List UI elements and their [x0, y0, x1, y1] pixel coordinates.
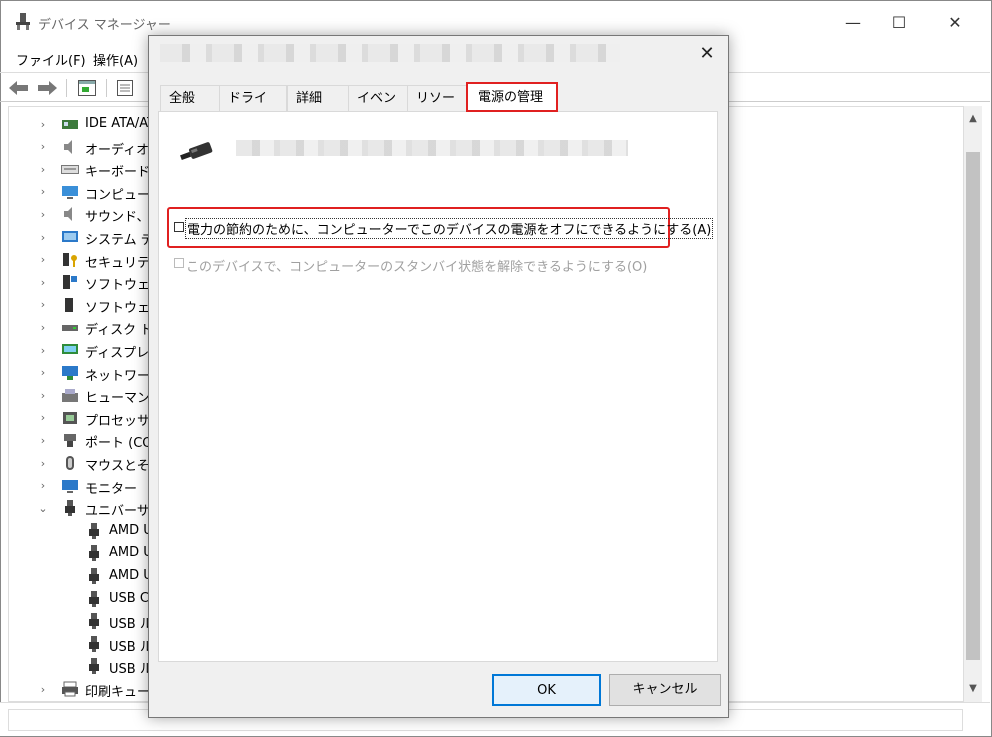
back-arrow-icon[interactable] — [8, 77, 30, 99]
tree-device-label: USB ル — [109, 662, 153, 678]
port-icon — [61, 432, 79, 448]
chevron-right-icon[interactable]: › — [37, 298, 49, 311]
chevron-right-icon[interactable]: › — [37, 208, 49, 221]
network-icon — [61, 365, 79, 381]
tree-device-label: AMD U — [109, 522, 153, 538]
computer-icon — [61, 184, 79, 200]
processor-icon — [61, 410, 79, 426]
tree-device-label: USB ル — [109, 617, 153, 633]
speaker-icon — [61, 139, 79, 155]
chevron-right-icon[interactable]: › — [37, 411, 49, 424]
system-icon — [61, 229, 79, 245]
usb-icon — [85, 545, 103, 562]
security-key-icon — [61, 252, 79, 268]
disk-drive-icon — [61, 319, 79, 335]
cancel-button[interactable]: キャンセル — [609, 674, 721, 706]
device-name-redacted — [236, 140, 628, 156]
speaker-icon — [61, 206, 79, 222]
dialog-close-button[interactable]: ✕ — [695, 42, 719, 66]
software-component-icon — [61, 274, 79, 290]
chevron-down-icon[interactable]: ⌄ — [37, 502, 49, 515]
display-adapter-icon — [61, 342, 79, 358]
maximize-button[interactable]: ☐ — [876, 0, 922, 44]
usb-icon — [85, 658, 103, 675]
tab-general[interactable]: 全般 — [160, 85, 220, 111]
ok-button[interactable]: OK — [492, 674, 601, 706]
usb-connector-icon — [180, 142, 213, 161]
device-manager-icon — [16, 13, 30, 30]
toolbar-separator — [106, 79, 107, 97]
usb-icon — [85, 613, 103, 630]
tree-device-label: USB ル — [109, 639, 153, 655]
menu-file[interactable]: ファイル(F) — [16, 50, 86, 69]
tab-details[interactable]: 詳細 — [287, 85, 349, 111]
close-window-button[interactable]: ✕ — [932, 0, 978, 44]
usb-icon — [85, 635, 103, 652]
power-management-tab-page — [158, 111, 718, 662]
minimize-button[interactable]: — — [830, 0, 876, 44]
tree-category-label: プロセッサ — [85, 413, 151, 429]
tree-device-label: AMD U — [109, 545, 153, 561]
allow-power-off-checkbox[interactable] — [174, 222, 184, 232]
dialog-title-redacted — [160, 44, 620, 62]
usb-icon — [85, 590, 103, 607]
toolbar-separator — [66, 79, 67, 97]
usb-icon — [85, 568, 103, 584]
mouse-icon — [61, 455, 79, 471]
scroll-up-icon[interactable]: ▲ — [964, 110, 982, 128]
software-device-icon — [61, 297, 79, 313]
allow-power-off-label[interactable]: 電力の節約のために、コンピューターでこのデバイスの電源をオフにできるようにする(… — [184, 218, 714, 239]
tab-events[interactable]: イベント — [348, 85, 408, 132]
tree-category-label: キーボード — [85, 165, 151, 181]
allow-wake-checkbox — [174, 258, 184, 268]
forward-arrow-icon[interactable] — [36, 77, 58, 99]
tab-resources[interactable]: リソース — [407, 85, 467, 132]
tab-driver[interactable]: ドライバー — [219, 85, 287, 132]
chevron-right-icon[interactable]: › — [37, 683, 49, 696]
chevron-right-icon[interactable]: › — [37, 163, 49, 176]
scroll-thumb[interactable] — [966, 152, 980, 660]
chevron-right-icon[interactable]: › — [37, 185, 49, 198]
chevron-right-icon[interactable]: › — [37, 434, 49, 447]
menu-action[interactable]: 操作(A) — [93, 50, 138, 69]
ide-controller-icon — [61, 116, 79, 132]
keyboard-icon — [61, 161, 79, 177]
usb-icon — [61, 500, 79, 517]
tree-device-label: AMD U — [109, 568, 153, 583]
tree-category-label: モニター — [85, 481, 138, 497]
usb-icon — [85, 522, 103, 539]
chevron-right-icon[interactable]: › — [37, 276, 49, 289]
tab-power-management[interactable]: 電源の管理 — [466, 82, 558, 112]
chevron-right-icon[interactable]: › — [37, 479, 49, 492]
printer-icon — [61, 681, 79, 697]
window-title: デバイス マネージャー — [38, 18, 171, 33]
monitor-icon — [61, 478, 79, 494]
chevron-right-icon[interactable]: › — [37, 253, 49, 266]
hid-icon — [61, 387, 79, 403]
properties-icon[interactable] — [76, 77, 98, 99]
help-icon[interactable] — [114, 77, 136, 99]
tree-category-label: 印刷キュー — [85, 685, 151, 700]
chevron-right-icon[interactable]: › — [37, 321, 49, 334]
chevron-right-icon[interactable]: › — [37, 118, 49, 131]
chevron-right-icon[interactable]: › — [37, 231, 49, 244]
chevron-right-icon[interactable]: › — [37, 366, 49, 379]
scroll-down-icon[interactable]: ▼ — [964, 680, 982, 698]
chevron-right-icon[interactable]: › — [37, 140, 49, 153]
tree-device-label: USB C — [109, 590, 149, 606]
chevron-right-icon[interactable]: › — [37, 389, 49, 402]
chevron-right-icon[interactable]: › — [37, 344, 49, 357]
chevron-right-icon[interactable]: › — [37, 457, 49, 470]
allow-wake-label: このデバイスで、コンピューターのスタンバイ状態を解除できるようにする(O) — [186, 260, 648, 275]
